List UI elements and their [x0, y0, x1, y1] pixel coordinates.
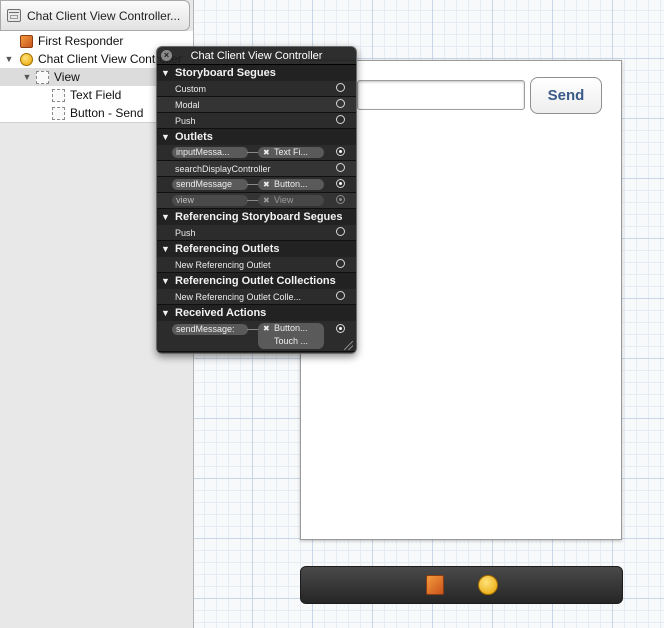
connection-circle-icon[interactable]: [336, 147, 345, 156]
section-received-actions[interactable]: ▼ Received Actions: [157, 305, 356, 321]
outline-scene-header[interactable]: Chat Client View Controller...: [0, 0, 190, 31]
section-referencing-outlets[interactable]: ▼ Referencing Outlets: [157, 241, 356, 257]
outlet-row-view[interactable]: view ✖ View: [157, 193, 356, 209]
connection-circle-icon[interactable]: [336, 227, 345, 236]
outlet-row-input-message[interactable]: inputMessa... ✖ Text Fi...: [157, 145, 356, 161]
first-responder-cube-icon: [20, 34, 33, 48]
ref-segue-row-push[interactable]: Push: [157, 225, 356, 241]
outlet-target-pill[interactable]: ✖ View: [258, 195, 324, 206]
outlet-name-pill: view: [172, 195, 248, 206]
view-controller-icon: [20, 52, 33, 66]
outlet-target-pill[interactable]: ✖ Button...: [258, 179, 324, 190]
connection-circle-icon[interactable]: [336, 83, 345, 92]
disclosure-down-icon: ▼: [161, 276, 170, 286]
view-icon: [36, 70, 49, 84]
section-referencing-outlet-collections[interactable]: ▼ Referencing Outlet Collections: [157, 273, 356, 289]
outline-header-title: Chat Client View Controller...: [27, 8, 181, 23]
outline-item-text-field[interactable]: Text Field: [52, 86, 121, 104]
text-field-icon: [52, 88, 65, 102]
message-text-field[interactable]: [357, 80, 525, 110]
disclosure-down-icon: ▼: [161, 308, 170, 318]
connections-hud[interactable]: × Chat Client View Controller ▼ Storyboa…: [156, 46, 357, 354]
ref-collection-row-new[interactable]: New Referencing Outlet Colle...: [157, 289, 356, 305]
section-outlets[interactable]: ▼ Outlets: [157, 129, 356, 145]
disclosure-down-icon: ▼: [161, 68, 170, 78]
action-row-send-message[interactable]: sendMessage: ✖ Button... Touch ...: [157, 321, 356, 352]
connection-circle-icon[interactable]: [336, 179, 345, 188]
disclosure-down-icon[interactable]: ▼: [4, 54, 14, 64]
close-icon[interactable]: ×: [161, 50, 172, 61]
connection-circle-icon[interactable]: [336, 291, 345, 300]
connection-circle-icon[interactable]: [336, 195, 345, 204]
outline-item-label: Text Field: [70, 88, 122, 102]
outlet-row-search-display-controller[interactable]: searchDisplayController: [157, 161, 356, 177]
segue-row-modal[interactable]: Modal: [157, 97, 356, 113]
view-controller-icon[interactable]: [477, 575, 498, 595]
disconnect-x-icon: ✖: [263, 180, 270, 189]
resize-grip-icon[interactable]: [344, 341, 353, 350]
button-icon: [52, 106, 65, 120]
disconnect-x-icon: ✖: [263, 324, 270, 333]
disclosure-down-icon[interactable]: ▼: [22, 72, 32, 82]
hud-titlebar[interactable]: × Chat Client View Controller: [157, 47, 356, 65]
outline-item-label: First Responder: [38, 34, 124, 48]
outline-item-button-send[interactable]: Button - Send: [52, 104, 143, 122]
ref-outlet-row-new[interactable]: New Referencing Outlet: [157, 257, 356, 273]
outlet-name-pill: sendMessage: [172, 179, 248, 190]
outlet-name-pill: inputMessa...: [172, 147, 248, 158]
connection-circle-icon[interactable]: [336, 259, 345, 268]
segue-row-push[interactable]: Push: [157, 113, 356, 129]
section-referencing-storyboard-segues[interactable]: ▼ Referencing Storyboard Segues: [157, 209, 356, 225]
segue-row-custom[interactable]: Custom: [157, 81, 356, 97]
scene-icon: [7, 9, 21, 22]
outline-item-label: View: [54, 70, 80, 84]
send-button[interactable]: Send: [530, 77, 602, 114]
action-name-pill: sendMessage:: [172, 324, 248, 335]
disclosure-down-icon: ▼: [161, 212, 170, 222]
section-storyboard-segues[interactable]: ▼ Storyboard Segues: [157, 65, 356, 81]
connection-circle-icon[interactable]: [336, 163, 345, 172]
hud-title: Chat Client View Controller: [190, 49, 323, 62]
connection-circle-icon[interactable]: [336, 324, 345, 333]
disclosure-down-icon: ▼: [161, 132, 170, 142]
disconnect-x-icon: ✖: [263, 196, 270, 205]
outline-item-first-responder[interactable]: First Responder: [10, 32, 123, 50]
connection-circle-icon[interactable]: [336, 99, 345, 108]
first-responder-cube-icon[interactable]: [425, 575, 444, 595]
connection-circle-icon[interactable]: [336, 115, 345, 124]
outlet-target-pill[interactable]: ✖ Text Fi...: [258, 147, 324, 158]
action-target-pill[interactable]: ✖ Button... Touch ...: [258, 323, 324, 349]
send-button-label: Send: [547, 87, 585, 104]
disconnect-x-icon: ✖: [263, 148, 270, 157]
scene-dock: [300, 566, 623, 604]
outlet-row-send-message[interactable]: sendMessage ✖ Button...: [157, 177, 356, 193]
disclosure-down-icon: ▼: [161, 244, 170, 254]
outline-item-label: Button - Send: [70, 106, 144, 120]
